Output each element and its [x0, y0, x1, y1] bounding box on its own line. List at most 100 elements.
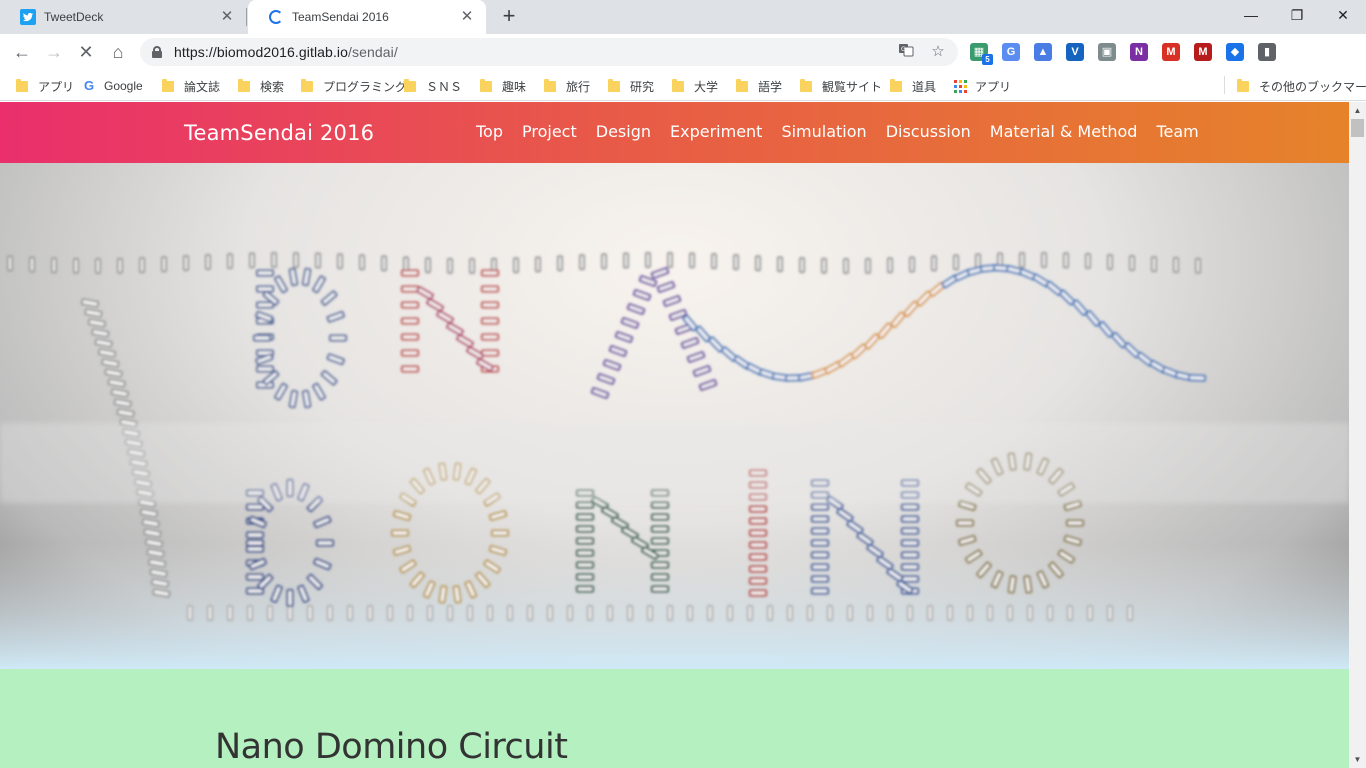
- tab-tweetdeck[interactable]: TweetDeck ✕: [0, 0, 246, 34]
- domino-tile: [249, 252, 255, 269]
- domino-tile: [576, 573, 594, 581]
- domino-tile: [651, 513, 669, 521]
- stop-loading-button[interactable]: ✕: [72, 38, 100, 66]
- restore-button[interactable]: ❐: [1274, 0, 1320, 30]
- nav-link-team[interactable]: Team: [1156, 122, 1198, 141]
- bookmark-item[interactable]: 道具: [890, 76, 936, 96]
- bookmark-label: 観覧サイト: [822, 79, 883, 94]
- nav-link-project[interactable]: Project: [522, 122, 577, 141]
- domino-tile: [95, 257, 101, 274]
- bookmark-item[interactable]: 趣味: [480, 76, 526, 96]
- folder-icon: [800, 78, 812, 92]
- bookmark-item[interactable]: アプリ: [16, 76, 74, 96]
- tab-separator: [246, 8, 247, 26]
- page-scrollbar[interactable]: ▲ ▼: [1349, 102, 1366, 768]
- folder-icon: [672, 78, 684, 92]
- bookmark-item[interactable]: 論文誌: [162, 76, 220, 96]
- domino-tile: [110, 388, 129, 398]
- bookmark-item[interactable]: ＳＮＳ: [404, 76, 462, 96]
- domino-tile: [329, 334, 347, 342]
- tab-teamsendai[interactable]: TeamSendai 2016 ✕: [248, 0, 486, 34]
- new-tab-button[interactable]: +: [498, 5, 520, 27]
- domino-tile: [749, 565, 767, 573]
- bookmark-item[interactable]: 旅行: [544, 76, 590, 96]
- domino-tile: [487, 605, 493, 621]
- translate-icon[interactable]: G: [896, 42, 916, 62]
- nav-link-experiment[interactable]: Experiment: [670, 122, 762, 141]
- domino-tile: [867, 605, 873, 621]
- scroll-up-arrow-icon[interactable]: ▲: [1349, 102, 1366, 119]
- domino-tile: [807, 605, 813, 621]
- domino-tile: [692, 365, 712, 377]
- domino-tile: [381, 255, 387, 272]
- domino-tile: [651, 585, 669, 593]
- mendeley-icon[interactable]: M: [1194, 43, 1212, 61]
- domino-tile: [901, 539, 919, 547]
- bookmark-item[interactable]: プログラミング: [301, 76, 407, 96]
- url-host: https://biomod2016.gitlab.io: [174, 44, 349, 60]
- bookmark-item[interactable]: 大学: [672, 76, 718, 96]
- star-bookmark-icon[interactable]: ☆: [928, 42, 948, 62]
- bookmark-item[interactable]: 検索: [238, 76, 284, 96]
- nav-link-simulation[interactable]: Simulation: [781, 122, 866, 141]
- domino-tile: [576, 537, 594, 545]
- domino-tile: [747, 605, 753, 621]
- domino-tile: [967, 605, 973, 621]
- back-button[interactable]: ←: [8, 38, 36, 66]
- domino-tile: [749, 541, 767, 549]
- dropbox-icon[interactable]: ◆: [1226, 43, 1244, 61]
- onenote-icon[interactable]: N: [1130, 43, 1148, 61]
- domino-tile: [687, 605, 693, 621]
- bookmark-item[interactable]: 研究: [608, 76, 654, 96]
- bookmark-item[interactable]: G Google: [82, 76, 143, 96]
- nav-link-material-method[interactable]: Material & Method: [990, 122, 1138, 141]
- domino-tile: [456, 334, 474, 348]
- domino-tile: [811, 563, 829, 571]
- domino-tile: [1066, 519, 1084, 527]
- scrollbar-thumb[interactable]: [1351, 119, 1364, 137]
- nav-link-discussion[interactable]: Discussion: [886, 122, 971, 141]
- lock-icon[interactable]: [152, 46, 162, 58]
- close-tab-icon[interactable]: ✕: [218, 8, 236, 26]
- domino-tile: [391, 529, 409, 537]
- minimize-button[interactable]: —: [1228, 0, 1274, 30]
- other-bookmarks[interactable]: その他のブックマーク: [1237, 76, 1366, 96]
- domino-tile: [1173, 257, 1179, 274]
- close-tab-icon[interactable]: ✕: [458, 8, 476, 26]
- domino-tile: [1129, 255, 1135, 272]
- domino-tile: [447, 605, 453, 621]
- domino-tile: [1007, 605, 1013, 621]
- keep-icon[interactable]: ▮: [1258, 43, 1276, 61]
- nav-link-top[interactable]: Top: [476, 122, 503, 141]
- domino-tile: [101, 358, 120, 368]
- puzzle-extension-icon[interactable]: ▣: [1098, 43, 1116, 61]
- section-title: Nano Domino Circuit: [215, 727, 568, 767]
- google-translate-extension-icon[interactable]: G: [1002, 43, 1020, 61]
- site-navbar: TeamSendai 2016 Top Project Design Exper…: [0, 102, 1349, 163]
- gmail-icon[interactable]: M: [1162, 43, 1180, 61]
- domino-tile: [587, 605, 593, 621]
- svg-text:G: G: [901, 46, 906, 53]
- bookmark-item[interactable]: アプリ: [954, 76, 1011, 96]
- url-text[interactable]: https://biomod2016.gitlab.io/sendai/: [174, 44, 398, 60]
- close-window-button[interactable]: ✕: [1320, 0, 1366, 30]
- nav-link-design[interactable]: Design: [596, 122, 651, 141]
- site-brand[interactable]: TeamSendai 2016: [184, 121, 374, 145]
- domino-tile: [481, 349, 499, 357]
- address-bar[interactable]: https://biomod2016.gitlab.io/sendai/ G ☆: [140, 38, 958, 66]
- domino-tile: [316, 539, 334, 547]
- domino-tile: [313, 515, 332, 529]
- graduation-cap-icon[interactable]: ▲: [1034, 43, 1052, 61]
- bookmark-item[interactable]: 語学: [736, 76, 782, 96]
- home-button[interactable]: ⌂: [104, 38, 132, 66]
- forward-button[interactable]: →: [40, 38, 68, 66]
- scroll-down-arrow-icon[interactable]: ▼: [1349, 751, 1366, 768]
- domino-tile: [1058, 289, 1076, 306]
- extension-icon[interactable]: ▦ 5: [970, 43, 993, 65]
- domino-tile: [749, 505, 767, 513]
- bookmark-item[interactable]: 観覧サイト: [800, 76, 882, 96]
- folder-icon: [544, 78, 556, 92]
- v-extension-icon[interactable]: V: [1066, 43, 1084, 61]
- domino-tile: [401, 365, 419, 373]
- domino-tile: [901, 563, 919, 571]
